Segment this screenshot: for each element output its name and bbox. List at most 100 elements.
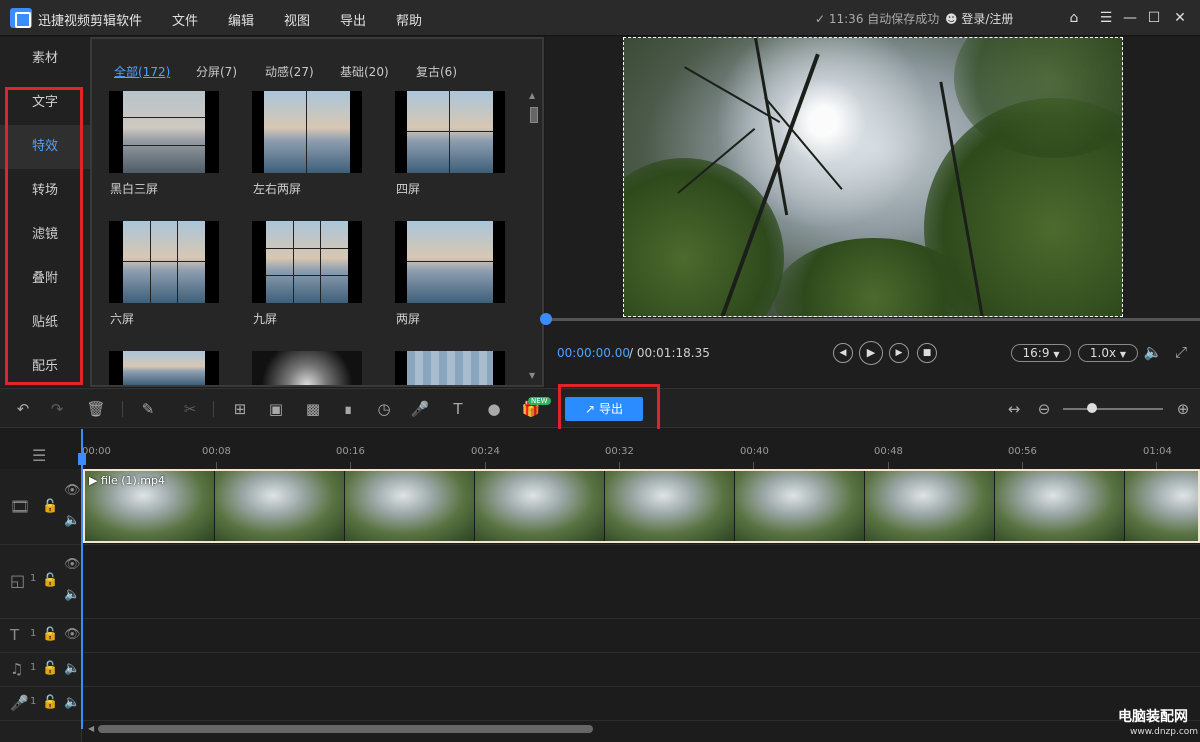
edit-icon[interactable]: ✎ bbox=[138, 399, 158, 419]
sidebar-item-overlays[interactable]: 叠附 bbox=[0, 257, 90, 301]
playhead[interactable] bbox=[81, 429, 83, 729]
speaker-icon[interactable]: 🔈 bbox=[64, 661, 80, 676]
tab-split[interactable]: 分屏(7) bbox=[196, 63, 237, 80]
effect-thumb-six-screen[interactable] bbox=[109, 221, 219, 303]
menu-edit[interactable]: 编辑 bbox=[228, 10, 254, 29]
delete-icon[interactable]: 🗑 bbox=[86, 399, 106, 419]
tick-label: 00:56 bbox=[1008, 446, 1037, 457]
maximize-icon[interactable]: ☐ bbox=[1144, 8, 1164, 28]
effect-label: 六屏 bbox=[110, 312, 135, 326]
zoom-out-icon[interactable]: ⊖ bbox=[1034, 399, 1054, 419]
speaker-icon[interactable]: 🔈 bbox=[64, 513, 80, 528]
freeze-frame-icon[interactable]: ▣ bbox=[266, 399, 286, 419]
tab-all[interactable]: 全部(172) bbox=[114, 63, 170, 80]
menu-icon[interactable]: ☰ bbox=[1096, 8, 1116, 28]
scroll-left-arrow[interactable]: ◀ bbox=[88, 724, 94, 733]
eye-icon[interactable]: 👁 bbox=[64, 483, 81, 498]
tick-mark bbox=[1156, 462, 1157, 469]
menu-file[interactable]: 文件 bbox=[172, 10, 198, 29]
fit-timeline-icon[interactable]: ↔ bbox=[1004, 399, 1024, 419]
crop-icon[interactable]: ⊞ bbox=[230, 399, 250, 419]
text-track-icon: T bbox=[10, 626, 20, 644]
sidebar-item-effects[interactable]: 特效 bbox=[0, 125, 90, 169]
microphone-icon[interactable]: 🎤 bbox=[410, 399, 430, 419]
zoom-slider[interactable] bbox=[1063, 408, 1163, 410]
track-number: 1 bbox=[30, 573, 37, 584]
lock-icon[interactable]: 🔓 bbox=[42, 627, 58, 642]
video-clip[interactable]: ▶ file (1).mp4 bbox=[83, 469, 1200, 543]
timeline-ruler[interactable]: 00:00 00:08 00:16 00:24 00:32 00:40 00:4… bbox=[82, 429, 1200, 469]
library-scrollbar[interactable] bbox=[530, 107, 538, 123]
aspect-ratio-select[interactable]: 16:9 ▼ bbox=[1011, 344, 1071, 362]
effect-thumb[interactable] bbox=[252, 351, 362, 385]
undo-icon[interactable]: ↶ bbox=[13, 399, 33, 419]
next-frame-icon[interactable]: ▶ bbox=[889, 343, 909, 363]
effect-thumb[interactable] bbox=[109, 351, 219, 385]
tick-label: 00:08 bbox=[202, 446, 231, 457]
effect-thumb[interactable] bbox=[395, 351, 505, 385]
scroll-down-arrow[interactable]: ▼ bbox=[529, 371, 535, 380]
aspect-ratio-value: 16:9 bbox=[1022, 346, 1050, 360]
menu-view[interactable]: 视图 bbox=[284, 10, 310, 29]
track-number: 1 bbox=[30, 696, 37, 707]
fullscreen-icon[interactable]: ⤢ bbox=[1171, 342, 1191, 362]
menu-export[interactable]: 导出 bbox=[340, 10, 366, 29]
minimize-icon[interactable]: — bbox=[1120, 8, 1140, 28]
timeline-scrollbar[interactable] bbox=[98, 725, 593, 733]
export-button[interactable]: ↗ 导出 bbox=[565, 397, 643, 421]
zoom-slider-knob[interactable] bbox=[1087, 403, 1097, 413]
menu-help[interactable]: 帮助 bbox=[396, 10, 422, 29]
volume-icon[interactable]: 🔈 bbox=[1143, 342, 1163, 362]
scroll-up-arrow[interactable]: ▲ bbox=[529, 91, 535, 100]
playhead-handle[interactable] bbox=[78, 453, 86, 465]
lock-icon[interactable]: 🔓 bbox=[42, 573, 58, 588]
play-icon[interactable]: ▶ bbox=[859, 341, 883, 365]
prev-frame-icon[interactable]: ◀ bbox=[833, 343, 853, 363]
tab-basic[interactable]: 基础(20) bbox=[340, 63, 389, 80]
home-icon[interactable]: ⌂ bbox=[1064, 8, 1084, 28]
add-track-icon[interactable]: ☰ bbox=[32, 446, 46, 465]
sidebar-item-stickers[interactable]: 贴纸 bbox=[0, 301, 90, 345]
sidebar-item-music[interactable]: 配乐 bbox=[0, 345, 90, 389]
playback-progress-knob[interactable] bbox=[540, 313, 552, 325]
sidebar-item-filters[interactable]: 滤镜 bbox=[0, 213, 90, 257]
tick-label: 00:24 bbox=[471, 446, 500, 457]
lock-icon[interactable]: 🔓 bbox=[42, 499, 58, 514]
eye-icon[interactable]: 👁 bbox=[64, 627, 81, 642]
effect-thumb-two-screen[interactable] bbox=[395, 221, 505, 303]
sidebar-item-transitions[interactable]: 转场 bbox=[0, 169, 90, 213]
clock-icon[interactable]: ◷ bbox=[374, 399, 394, 419]
effect-thumb-nine-screen[interactable] bbox=[252, 221, 362, 303]
audio-wave-icon[interactable]: ∎ bbox=[338, 399, 358, 419]
tab-retro[interactable]: 复古(6) bbox=[416, 63, 457, 80]
lock-icon[interactable]: 🔓 bbox=[42, 695, 58, 710]
eye-icon[interactable]: 👁 bbox=[64, 557, 81, 572]
close-icon[interactable]: ✕ bbox=[1170, 8, 1190, 28]
speed-select[interactable]: 1.0x ▼ bbox=[1078, 344, 1138, 362]
text-to-speech-icon[interactable]: T bbox=[448, 399, 468, 419]
app-logo-icon bbox=[10, 8, 32, 28]
lock-icon[interactable]: 🔓 bbox=[42, 661, 58, 676]
speaker-icon[interactable]: 🔈 bbox=[64, 587, 80, 602]
sidebar-item-media[interactable]: 素材 bbox=[0, 37, 90, 81]
track-divider bbox=[0, 544, 1200, 545]
track-headers: 🎞 🔓 👁 🔈 ◱ 1 🔓 👁 🔈 T 1 🔓 👁 ♫ 1 🔓 🔈 🎤 1 🔓 … bbox=[0, 469, 82, 742]
tick-mark bbox=[888, 462, 889, 469]
effect-thumb-left-right[interactable] bbox=[252, 91, 362, 173]
cut-icon[interactable]: ✂ bbox=[180, 399, 200, 419]
login-link[interactable]: ☻ 登录/注册 bbox=[945, 10, 1013, 27]
stop-icon[interactable]: ■ bbox=[917, 343, 937, 363]
video-preview[interactable] bbox=[623, 37, 1123, 317]
tab-dynamic[interactable]: 动感(27) bbox=[265, 63, 314, 80]
speaker-icon[interactable]: 🔈 bbox=[64, 695, 80, 710]
playback-progress-bar[interactable] bbox=[545, 318, 1200, 321]
clip-frame bbox=[215, 471, 345, 541]
sidebar-item-text[interactable]: 文字 bbox=[0, 81, 90, 125]
effect-thumb-four-screen[interactable] bbox=[395, 91, 505, 173]
zoom-in-icon[interactable]: ⊕ bbox=[1173, 399, 1193, 419]
clip-name: ▶ file (1).mp4 bbox=[89, 474, 165, 487]
redo-icon[interactable]: ↷ bbox=[47, 399, 67, 419]
voice-change-icon[interactable]: ● bbox=[484, 399, 504, 419]
effect-thumb-bw-three-screen[interactable] bbox=[109, 91, 219, 173]
mosaic-icon[interactable]: ▩ bbox=[303, 399, 323, 419]
